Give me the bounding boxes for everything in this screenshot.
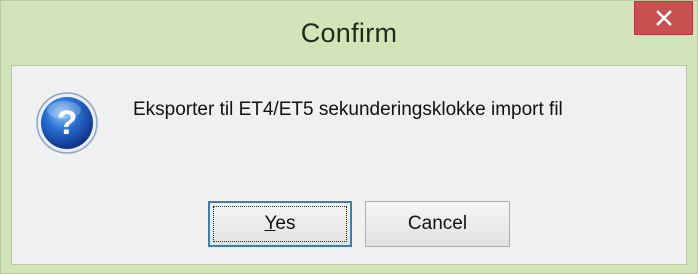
cancel-button-label: Cancel <box>407 213 468 234</box>
cancel-button[interactable]: Cancel <box>365 201 510 247</box>
title-bar[interactable]: Confirm <box>1 1 697 65</box>
confirm-dialog-window: Confirm ? Eksporter til ET4/ET5 sekunder… <box>0 0 698 274</box>
close-button[interactable] <box>634 1 693 35</box>
close-x-icon <box>655 10 672 26</box>
dialog-message: Eksporter til ET4/ET5 sekunderingsklokke… <box>133 99 563 120</box>
yes-button[interactable]: Yes <box>208 201 352 247</box>
question-mark-icon: ? <box>36 92 98 154</box>
svg-text:?: ? <box>57 104 78 142</box>
window-title: Confirm <box>300 18 398 48</box>
yes-button-label: Yes <box>264 213 296 234</box>
dialog-content: ? Eksporter til ET4/ET5 sekunderingsklok… <box>11 65 687 265</box>
